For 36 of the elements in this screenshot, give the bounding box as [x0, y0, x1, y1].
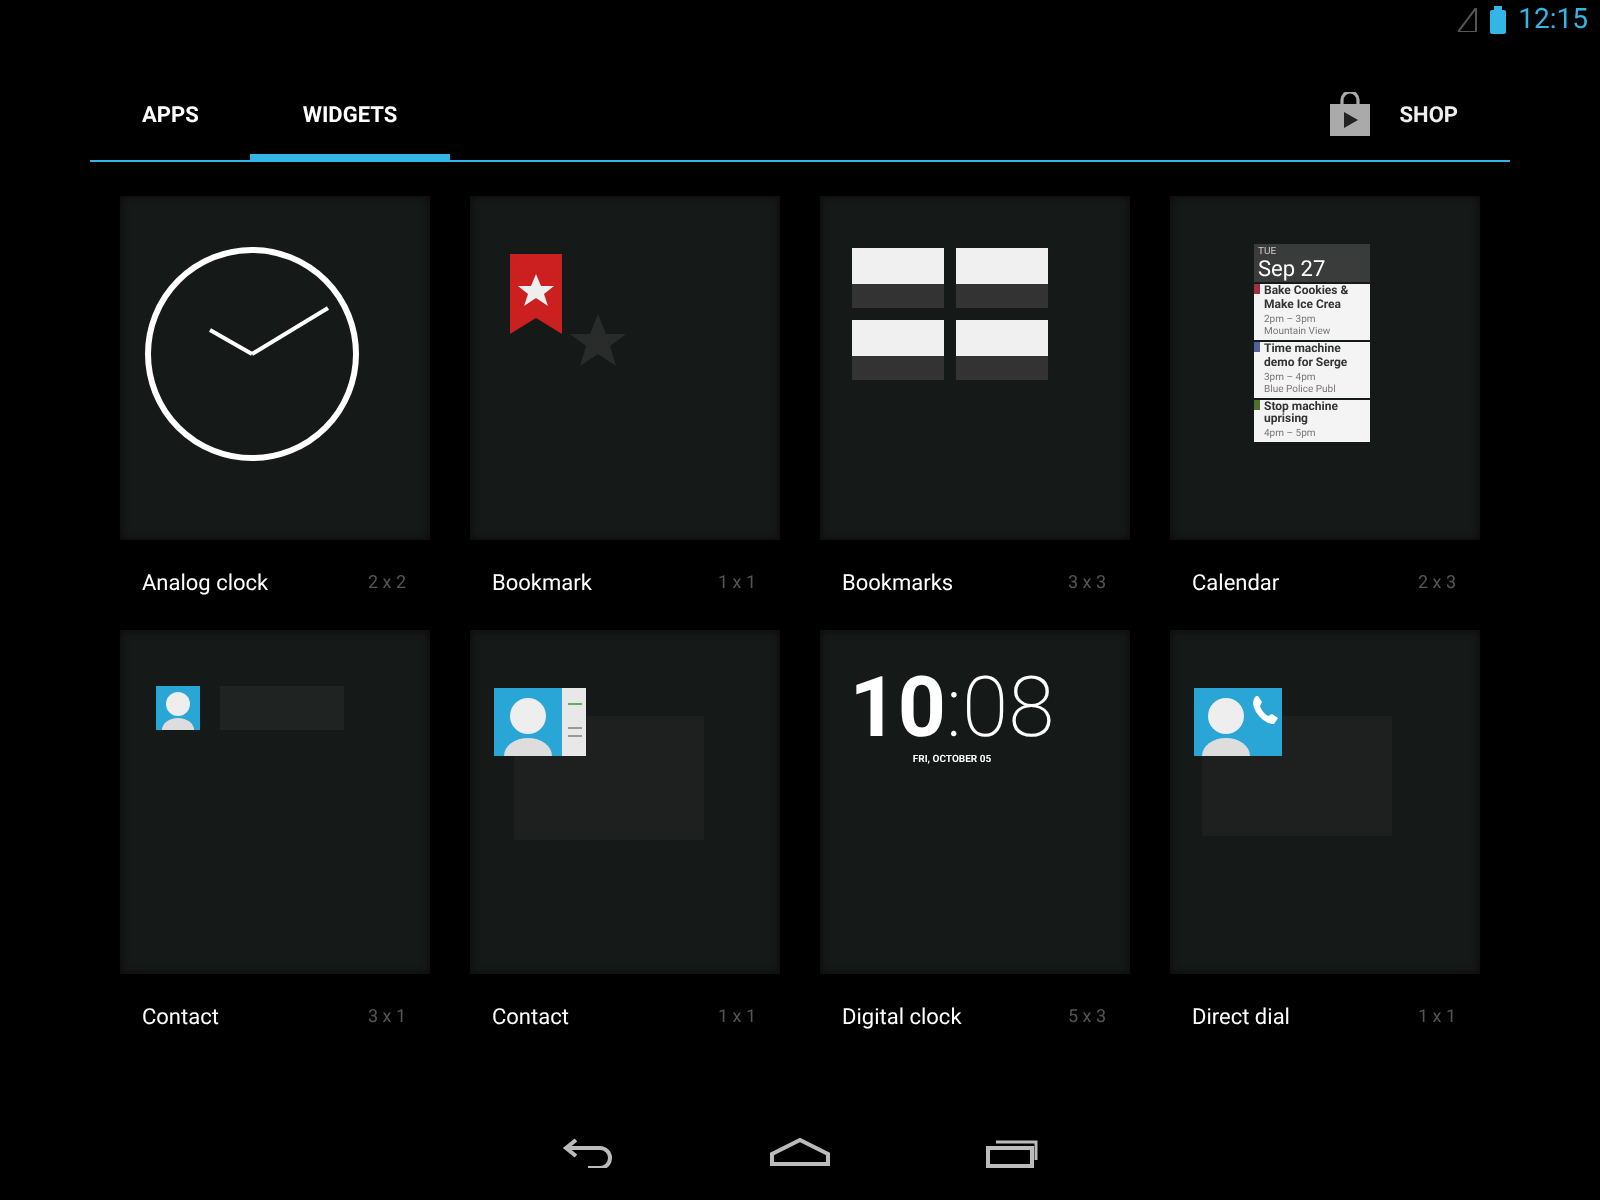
widget-name: Bookmarks [842, 570, 954, 596]
widget-preview-card[interactable] [470, 630, 780, 974]
page-thumbnail [956, 248, 1048, 308]
widget-name: Analog clock [142, 570, 269, 596]
widget-size: 3 x 1 [367, 1007, 406, 1027]
widget-size: 2 x 3 [1417, 573, 1456, 593]
widget-preview-card[interactable] [1170, 630, 1480, 974]
home-icon[interactable] [768, 1138, 832, 1166]
widget-size: 5 x 3 [1067, 1007, 1106, 1027]
tab[interactable]: APPS [90, 76, 251, 162]
widget-preview-card[interactable] [120, 196, 430, 540]
back-icon[interactable] [560, 1136, 616, 1168]
widget-size: 3 x 3 [1067, 573, 1106, 593]
calendar-date: Sep 27 [1258, 258, 1328, 280]
widget-size: 2 x 2 [367, 573, 406, 593]
widget-name: Contact [492, 1004, 569, 1030]
widget-name: Bookmark [492, 570, 592, 596]
status-time: 12:15 [1518, 4, 1588, 36]
shopping-bag-icon [1327, 92, 1372, 136]
widget-name: Direct dial [1192, 1004, 1290, 1030]
page-thumbnail [956, 320, 1048, 380]
widget-size: 1 x 1 [1417, 1007, 1456, 1027]
widget-size: 1 x 1 [717, 1007, 756, 1027]
page-thumbnail [852, 248, 944, 308]
widget-name: Digital clock [842, 1004, 962, 1030]
widget-name: Calendar [1192, 570, 1280, 596]
recent-apps-icon[interactable] [984, 1136, 1040, 1168]
widget-name: Contact [142, 1004, 219, 1030]
signal-icon [1458, 8, 1479, 32]
page-thumbnail [852, 320, 944, 380]
widget-size: 1 x 1 [717, 573, 756, 593]
battery-icon [1490, 6, 1507, 34]
widget-preview-card[interactable] [820, 196, 1130, 540]
shop-button[interactable]: SHOP [1327, 76, 1510, 160]
contact-avatar-icon [156, 686, 200, 730]
tab[interactable]: WIDGETS [250, 76, 450, 162]
